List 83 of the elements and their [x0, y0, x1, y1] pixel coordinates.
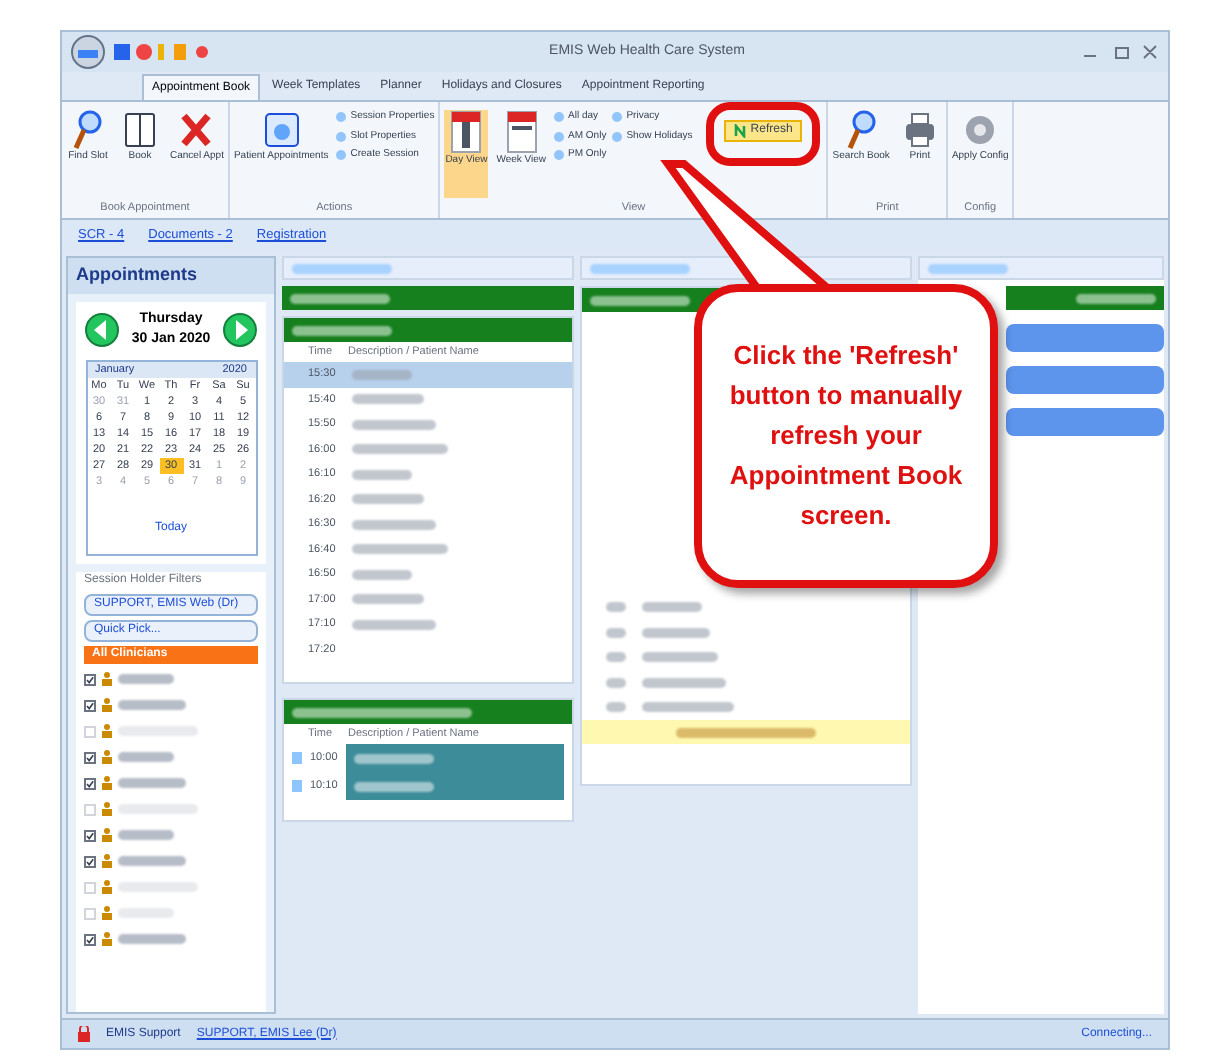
booked-appointment[interactable]: [345, 772, 564, 800]
blurred-text-bar: [118, 934, 186, 944]
refresh-icon: [734, 124, 747, 138]
blurred-text-bar: [590, 263, 690, 273]
blurred-text-bar: [351, 444, 448, 455]
blurred-text-bar: [118, 674, 174, 684]
blurred-text-bar: [118, 856, 186, 866]
blurred-text-bar: [351, 569, 412, 580]
callout-text: Click the 'Refresh' button to manually refresh your Appointment Book screen.: [727, 338, 965, 534]
blurred-text-bar: [642, 702, 734, 713]
person-icon: [102, 906, 112, 920]
blurred-text-bar: [118, 700, 186, 710]
blurred-text-bar: [290, 293, 390, 303]
clinician-checkbox[interactable]: [84, 933, 96, 945]
person-icon: [102, 672, 112, 686]
person-icon: [102, 932, 112, 946]
person-icon: [102, 802, 112, 816]
session-bar[interactable]: [1006, 286, 1164, 310]
day-view-icon: [450, 110, 483, 154]
lock-icon: [78, 1026, 90, 1042]
blurred-text-bar: [351, 619, 436, 630]
blurred-text-bar: [118, 752, 174, 762]
session-bar[interactable]: [284, 318, 572, 342]
blurred-text-bar: [676, 727, 816, 737]
blurred-text-bar: [351, 544, 448, 555]
blurred-text-bar: [292, 263, 392, 273]
blurred-text-bar: [118, 830, 174, 840]
session-bar[interactable]: [282, 286, 574, 310]
highlight-ring: [706, 102, 821, 166]
person-icon: [102, 698, 112, 712]
clinician-checkbox[interactable]: [84, 829, 96, 841]
clinician-checkbox[interactable]: [84, 751, 96, 763]
panel-title: Appointments: [68, 258, 274, 293]
blurred-text-bar: [353, 781, 434, 791]
blurred-text-bar: [642, 602, 702, 613]
quick-access-icons[interactable]: [114, 42, 214, 62]
appointment-icon: [292, 780, 302, 792]
blurred-text-bar: [928, 263, 1008, 273]
blurred-text-bar: [590, 295, 690, 305]
blurred-text-bar: [351, 519, 436, 530]
window-controls-icon[interactable]: [1080, 44, 1160, 60]
blurred-text-bar: [1076, 293, 1156, 303]
blurred-text-bar: [351, 494, 424, 505]
week-view-icon: [505, 110, 538, 154]
clinician-checkbox[interactable]: [84, 673, 96, 685]
blurred-text-bar: [606, 702, 626, 713]
blurred-text-bar: [292, 325, 392, 335]
blurred-text-bar: [642, 677, 726, 688]
blurred-text-bar: [353, 753, 434, 763]
session-bar[interactable]: [284, 700, 572, 724]
blurred-text-bar: [606, 602, 626, 613]
blurred-text-bar: [606, 627, 626, 638]
booked-appointment[interactable]: [345, 744, 564, 772]
person-icon: [102, 854, 112, 868]
calendar-icon: [263, 110, 300, 150]
person-icon: [102, 750, 112, 764]
gear-icon: [962, 110, 999, 150]
blurred-text-bar: [642, 652, 718, 663]
printer-icon: [901, 110, 938, 150]
person-icon: [102, 880, 112, 894]
app-logo-icon: [70, 34, 106, 70]
person-icon: [102, 724, 112, 738]
cross-icon: [180, 110, 213, 150]
blurred-text-bar: [606, 652, 626, 663]
person-icon: [102, 776, 112, 790]
clinician-checkbox[interactable]: [84, 777, 96, 789]
blurred-text-bar: [606, 677, 626, 688]
blurred-text-bar: [351, 594, 424, 605]
blurred-text-bar: [351, 394, 424, 405]
search-icon: [72, 110, 104, 150]
appointment-icon: [292, 752, 302, 764]
search-icon: [845, 110, 878, 150]
blurred-text-bar: [351, 419, 436, 430]
clinician-checkbox[interactable]: [84, 699, 96, 711]
previous-day-icon[interactable]: [84, 312, 120, 348]
next-day-icon[interactable]: [222, 312, 258, 348]
blurred-text-bar: [118, 778, 186, 788]
clinician-checkbox[interactable]: [84, 855, 96, 867]
blurred-text-bar: [642, 627, 710, 638]
blurred-text-bar: [351, 369, 412, 380]
book-icon: [124, 110, 156, 150]
person-icon: [102, 828, 112, 842]
blurred-text-bar: [351, 469, 412, 480]
